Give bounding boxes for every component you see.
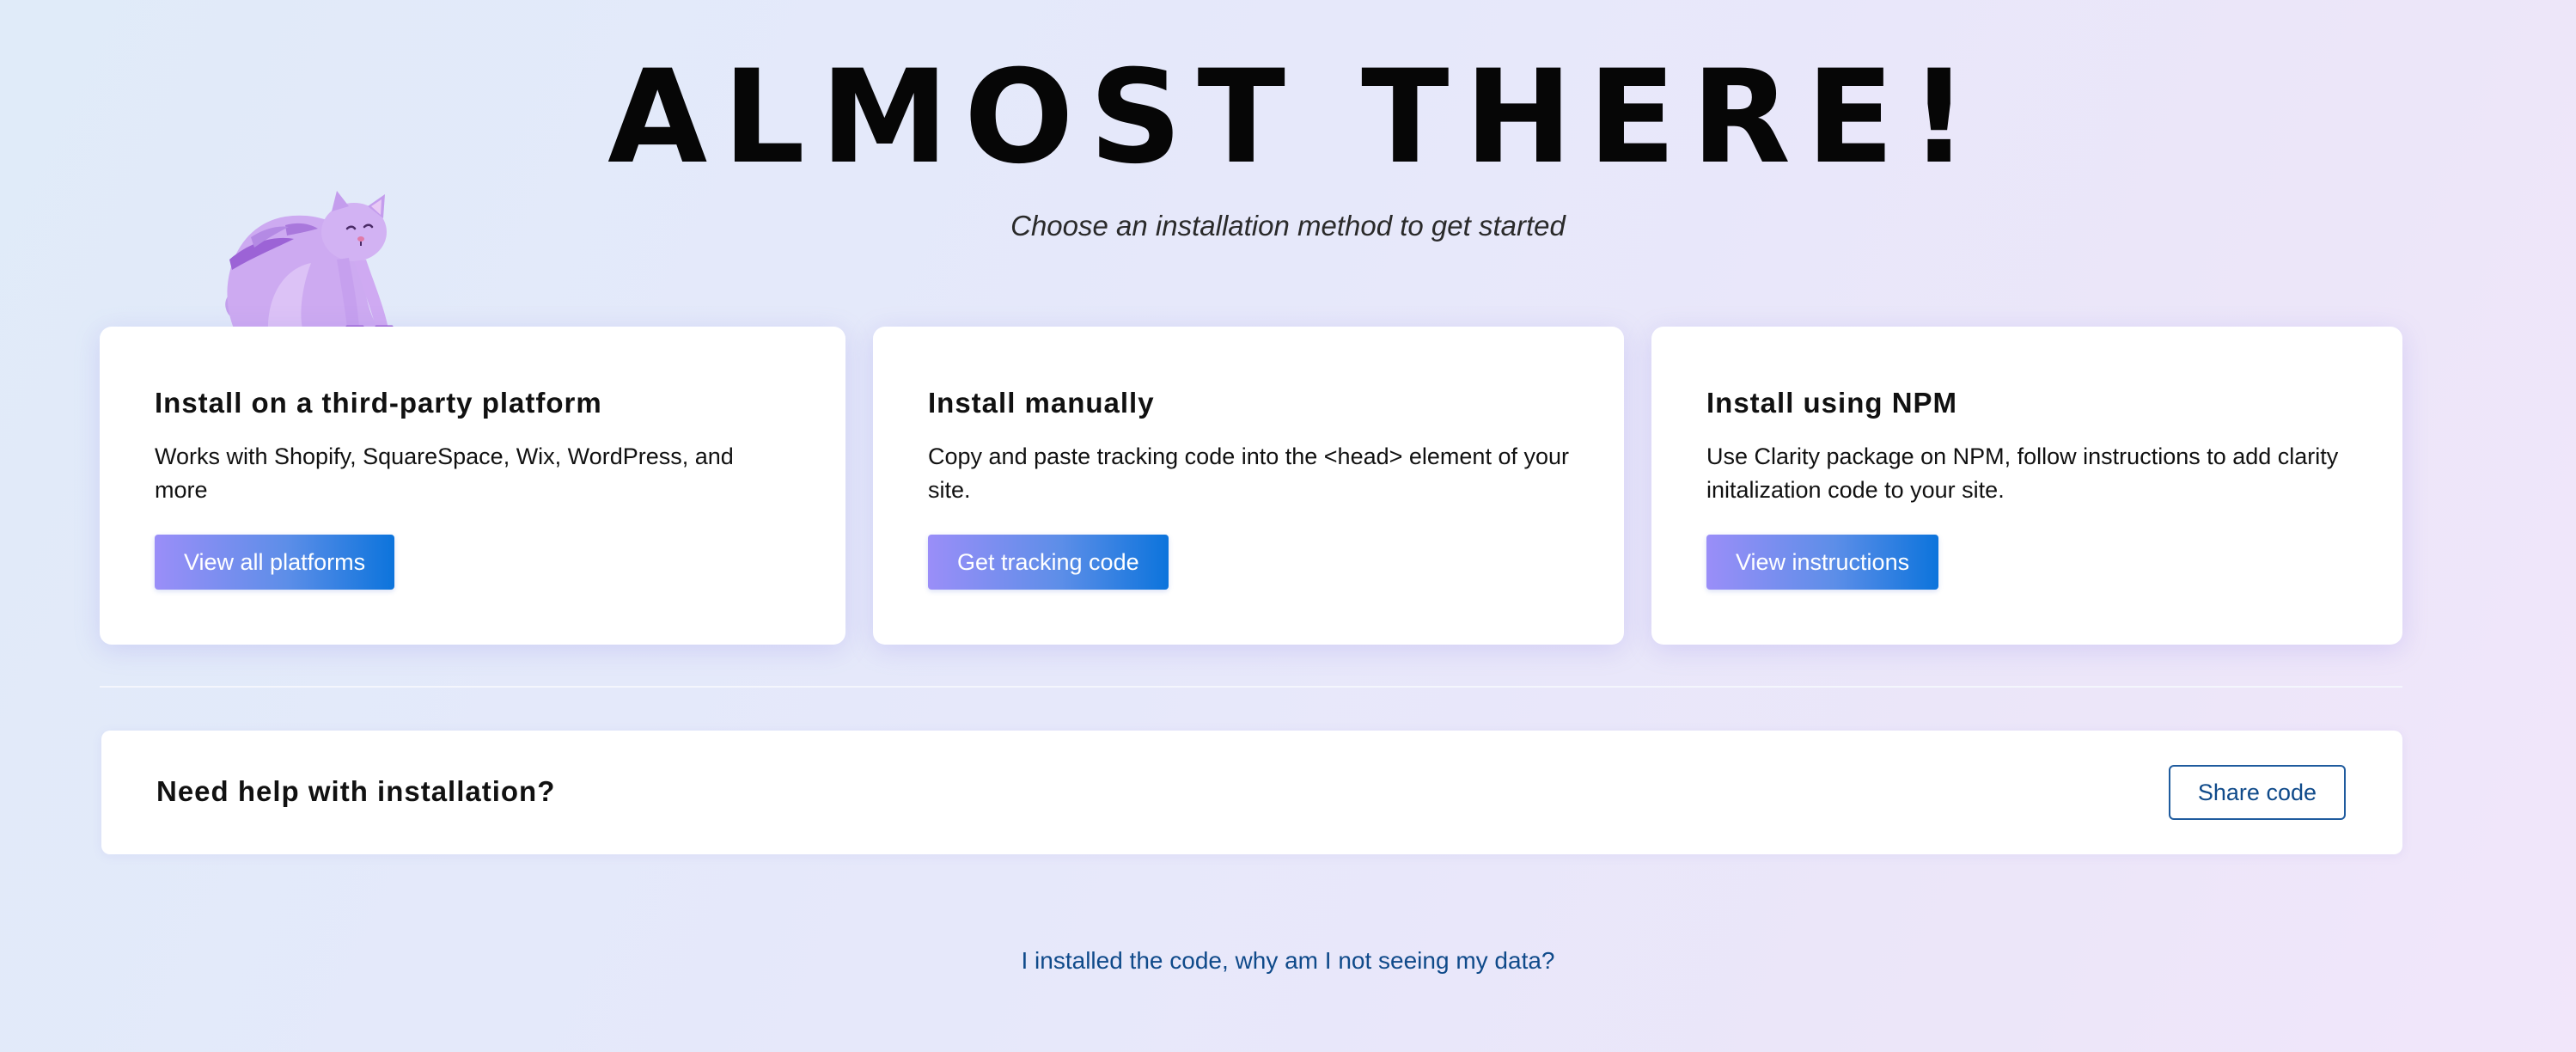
get-tracking-code-button[interactable]: Get tracking code (928, 535, 1169, 590)
card-title: Install manually (928, 387, 1155, 419)
cat-mascot-icon (217, 191, 397, 328)
not-seeing-data-link[interactable]: I installed the code, why am I not seein… (0, 947, 2576, 975)
view-instructions-button[interactable]: View instructions (1706, 535, 1939, 590)
share-code-button[interactable]: Share code (2168, 765, 2346, 820)
page-title: ALMOST THERE! (607, 43, 1984, 193)
card-description: Copy and paste tracking code into the <h… (928, 443, 1569, 503)
card-install-manually: Install manually Copy and paste tracking… (873, 327, 1624, 645)
card-description: Use Clarity package on NPM, follow instr… (1706, 443, 2339, 503)
card-install-npm: Install using NPM Use Clarity package on… (1651, 327, 2402, 645)
card-title: Install on a third-party platform (155, 387, 602, 419)
help-panel: Need help with installation? Share code (101, 731, 2402, 854)
view-all-platforms-button[interactable]: View all platforms (155, 535, 395, 590)
card-title: Install using NPM (1706, 387, 1958, 419)
card-description: Works with Shopify, SquareSpace, Wix, Wo… (155, 443, 734, 503)
help-text: Need help with installation? (156, 775, 556, 807)
section-divider (100, 686, 2402, 688)
card-third-party-platform: Install on a third-party platform Works … (100, 327, 845, 645)
